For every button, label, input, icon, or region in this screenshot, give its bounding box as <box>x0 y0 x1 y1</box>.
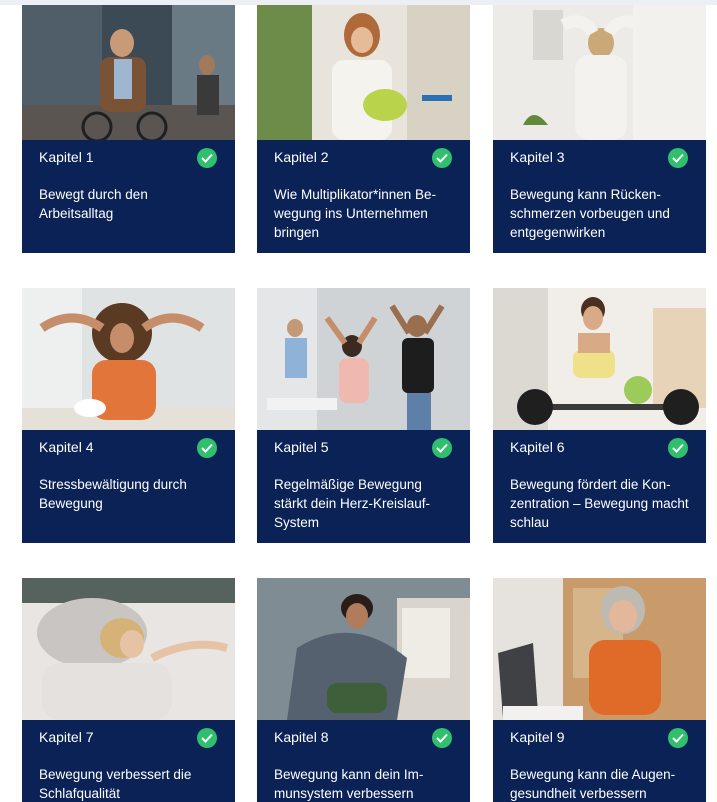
chapter-label: Kapitel 1 <box>39 149 94 165</box>
chapter-title: Bewegung fördert die Kon-zentration – Be… <box>510 477 689 530</box>
chapter-title: Bewegung kann die Augen-gesundheit verbe… <box>510 767 676 801</box>
chapter-image <box>22 578 235 720</box>
chapter-title: Wie Multiplikator*innen Be-wegung ins Un… <box>274 187 437 240</box>
chapter-panel: Kapitel 6 Bewegung fördert die Kon-zentr… <box>493 430 706 543</box>
chapter-image <box>493 288 706 430</box>
chapter-title: Bewegung kann Rücken-schmerzen vorbeugen… <box>510 187 670 240</box>
check-circle-icon <box>432 438 452 458</box>
check-circle-icon <box>432 728 452 748</box>
chapter-image <box>493 578 706 720</box>
chapter-title: Bewegung verbessert die Schlafqualität <box>39 767 192 801</box>
chapter-title: Bewegung kann dein Im-munsystem verbesse… <box>274 767 424 801</box>
check-circle-icon <box>432 148 452 168</box>
check-circle-icon <box>197 438 217 458</box>
chapter-card-9[interactable]: Kapitel 9 Bewegung kann die Augen-gesund… <box>493 578 706 802</box>
chapter-panel: Kapitel 3 Bewegung kann Rücken-schmerzen… <box>493 140 706 253</box>
chapter-label: Kapitel 7 <box>39 729 94 745</box>
chapter-panel: Kapitel 5 Regelmäßige Bewegung stärkt de… <box>257 430 470 543</box>
chapter-image <box>493 5 706 140</box>
chapter-card-7[interactable]: Kapitel 7 Bewegung verbessert die Schlaf… <box>22 578 235 802</box>
chapter-card-3[interactable]: Kapitel 3 Bewegung kann Rücken-schmerzen… <box>493 5 706 253</box>
chapter-image <box>257 5 470 140</box>
chapter-card-4[interactable]: Kapitel 4 Stressbewältigung durch Bewegu… <box>22 288 235 543</box>
chapter-label: Kapitel 2 <box>274 149 329 165</box>
chapter-image <box>22 5 235 140</box>
chapter-panel: Kapitel 4 Stressbewältigung durch Bewegu… <box>22 430 235 543</box>
check-circle-icon <box>668 728 688 748</box>
chapter-label: Kapitel 6 <box>510 439 565 455</box>
check-circle-icon <box>668 438 688 458</box>
chapter-image <box>22 288 235 430</box>
chapter-title: Bewegt durch den Arbeitsalltag <box>39 187 148 221</box>
chapter-grid: Kapitel 1 Bewegt durch den Arbeitsalltag… <box>0 0 717 802</box>
chapter-panel: Kapitel 8 Bewegung kann dein Im-munsyste… <box>257 720 470 802</box>
chapter-label: Kapitel 5 <box>274 439 329 455</box>
chapter-panel: Kapitel 1 Bewegt durch den Arbeitsalltag <box>22 140 235 253</box>
chapter-label: Kapitel 8 <box>274 729 329 745</box>
chapter-panel: Kapitel 7 Bewegung verbessert die Schlaf… <box>22 720 235 802</box>
check-circle-icon <box>197 148 217 168</box>
chapter-card-6[interactable]: Kapitel 6 Bewegung fördert die Kon-zentr… <box>493 288 706 543</box>
chapter-card-8[interactable]: Kapitel 8 Bewegung kann dein Im-munsyste… <box>257 578 470 802</box>
chapter-panel: Kapitel 2 Wie Multiplikator*innen Be-weg… <box>257 140 470 253</box>
chapter-card-2[interactable]: Kapitel 2 Wie Multiplikator*innen Be-weg… <box>257 5 470 253</box>
chapter-card-1[interactable]: Kapitel 1 Bewegt durch den Arbeitsalltag <box>22 5 235 253</box>
chapter-label: Kapitel 9 <box>510 729 565 745</box>
chapter-image <box>257 578 470 720</box>
chapter-label: Kapitel 3 <box>510 149 565 165</box>
chapter-title: Regelmäßige Bewegung stärkt dein Herz-Kr… <box>274 477 431 530</box>
check-circle-icon <box>197 728 217 748</box>
chapter-image <box>257 288 470 430</box>
chapter-title: Stressbewältigung durch Bewegung <box>39 477 187 511</box>
chapter-panel: Kapitel 9 Bewegung kann die Augen-gesund… <box>493 720 706 802</box>
chapter-card-5[interactable]: Kapitel 5 Regelmäßige Bewegung stärkt de… <box>257 288 470 543</box>
check-circle-icon <box>668 148 688 168</box>
chapter-label: Kapitel 4 <box>39 439 94 455</box>
